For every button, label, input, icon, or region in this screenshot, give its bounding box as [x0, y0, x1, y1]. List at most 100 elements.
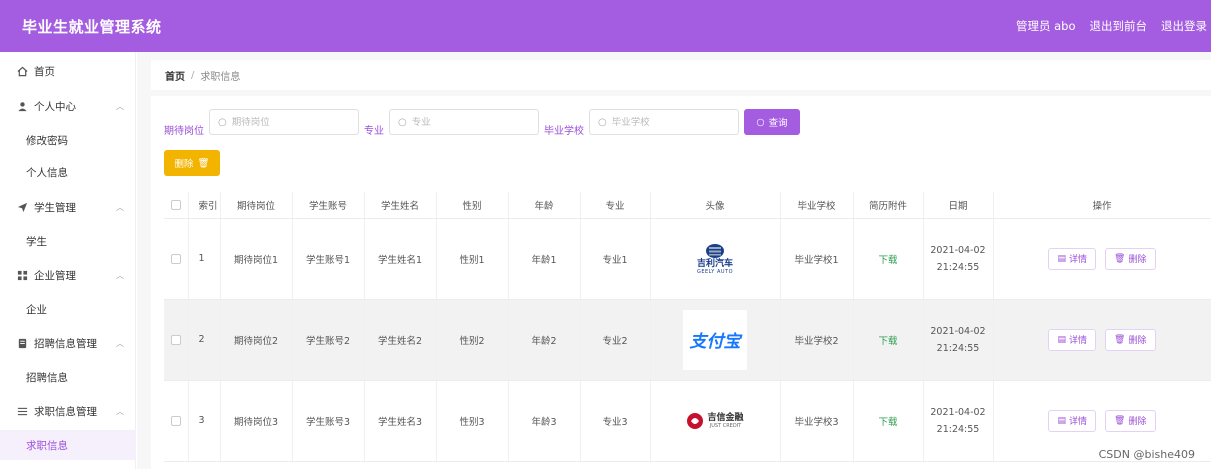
- table-header-cell: 索引: [188, 192, 221, 219]
- post-field[interactable]: [231, 116, 332, 128]
- sidebar-group-jobseeking[interactable]: 求职信息管理 ︿: [0, 394, 136, 428]
- date-cell: 2021-04-02 21:24:55: [923, 380, 994, 462]
- home-icon: [16, 66, 28, 77]
- search-input-school[interactable]: ○: [589, 109, 739, 135]
- app-title: 毕业生就业管理系统: [22, 18, 162, 36]
- gender-cell: 性别1: [436, 218, 509, 300]
- avatar-subtext: GEELY AUTO: [696, 268, 734, 275]
- sidebar-item-personal-info[interactable]: 个人信息: [0, 157, 136, 187]
- batch-delete-button[interactable]: 删除 🗑: [164, 150, 220, 176]
- sidebar-item-label: 企业管理: [34, 269, 76, 282]
- date-day: 2021-04-02: [930, 244, 986, 256]
- logout-link[interactable]: 退出登录: [1161, 18, 1207, 34]
- school-field[interactable]: [611, 116, 712, 128]
- table-header-cell: 简历附件: [853, 192, 924, 219]
- top-header: 毕业生就业管理系统 管理员 abo 退出到前台 退出登录: [0, 0, 1211, 52]
- date-day: 2021-04-02: [930, 406, 986, 418]
- table-row[interactable]: 1 期待岗位1 学生账号1 学生姓名1 性别1 年龄1 专业1 吉利汽车 GEE…: [164, 218, 1211, 300]
- age-cell: 年龄2: [508, 299, 581, 381]
- download-link[interactable]: 下载: [878, 417, 897, 428]
- detail-label: 详情: [1069, 336, 1088, 346]
- detail-button[interactable]: ▤ 详情: [1048, 328, 1097, 351]
- major-cell: 专业3: [580, 380, 651, 462]
- post-cell: 期待岗位3: [220, 380, 293, 462]
- sidebar-group-students[interactable]: 学生管理 ︿: [0, 190, 136, 224]
- sidebar-group-recruitment[interactable]: 招聘信息管理 ︿: [0, 326, 136, 360]
- credit-emblem-icon: [687, 412, 704, 429]
- sidebar-item-enterprise[interactable]: 企业: [0, 294, 136, 324]
- select-all-checkbox[interactable]: [170, 199, 181, 210]
- trash-icon: 🗑: [1114, 415, 1126, 426]
- download-link[interactable]: 下载: [878, 255, 897, 266]
- table-header-cell: 专业: [580, 192, 651, 219]
- index-cell: 3: [188, 380, 221, 462]
- sidebar-group-enterprise[interactable]: 企业管理 ︿: [0, 258, 136, 292]
- watermark: CSDN @bishe409: [1096, 448, 1197, 461]
- delete-button[interactable]: 🗑 删除: [1105, 409, 1156, 432]
- table-row[interactable]: 2 期待岗位2 学生账号2 学生姓名2 性别2 年龄2 专业2 支付宝 毕业学校…: [164, 299, 1211, 381]
- delete-button[interactable]: 🗑 删除: [1105, 247, 1156, 270]
- trash-icon: 🗑: [1114, 253, 1126, 264]
- sidebar-item-label: 求职信息管理: [34, 405, 97, 418]
- row-checkbox[interactable]: [170, 334, 181, 345]
- row-checkbox[interactable]: [170, 253, 181, 264]
- avatar-geely-logo: 吉利汽车 GEELY AUTO: [683, 228, 747, 289]
- account-cell: 学生账号1: [292, 218, 365, 300]
- sidebar-item-label: 学生管理: [34, 201, 76, 214]
- chevron-up-icon: ︿: [116, 270, 124, 280]
- school-cell: 毕业学校2: [780, 299, 854, 381]
- sidebar-item-home[interactable]: 首页: [0, 54, 136, 88]
- avatar-text: 支付宝: [689, 332, 741, 352]
- select-all-checkbox-cell[interactable]: [164, 192, 189, 219]
- sidebar-item-label: 招聘信息管理: [34, 337, 97, 350]
- avatar-text: 吉利汽车: [696, 258, 733, 269]
- table-header-cell: 操作: [993, 192, 1211, 219]
- table-header-cell: 学生账号: [292, 192, 365, 219]
- row-checkbox-cell[interactable]: [164, 380, 189, 462]
- grid-icon: [16, 270, 28, 281]
- breadcrumb: 首页 / 求职信息: [151, 60, 1211, 90]
- to-frontend-link[interactable]: 退出到前台: [1090, 18, 1148, 34]
- admin-label: 管理员 abo: [1015, 19, 1076, 33]
- age-cell: 年龄3: [508, 380, 581, 462]
- row-checkbox-cell[interactable]: [164, 218, 189, 300]
- search-label-post: 期待岗位: [164, 126, 204, 137]
- major-field[interactable]: [411, 116, 512, 128]
- sidebar-item-recruitment[interactable]: 招聘信息: [0, 362, 136, 392]
- date-cell: 2021-04-02 21:24:55: [923, 299, 994, 381]
- document-icon: ▤: [1057, 334, 1066, 345]
- delete-label: 删除: [1128, 336, 1147, 346]
- download-link[interactable]: 下载: [878, 336, 897, 347]
- search-input-major[interactable]: ○: [389, 109, 539, 135]
- detail-button[interactable]: ▤ 详情: [1048, 409, 1097, 432]
- query-button[interactable]: ○ 查询: [744, 109, 800, 135]
- user-icon: [16, 101, 28, 112]
- geely-emblem-icon: [706, 243, 724, 258]
- table-row[interactable]: 3 期待岗位3 学生账号3 学生姓名3 性别3 年龄3 专业3 吉信金融 JUS…: [164, 380, 1211, 462]
- document-icon: ▤: [1057, 415, 1066, 426]
- delete-button[interactable]: 🗑 删除: [1105, 328, 1156, 351]
- search-input-post[interactable]: ○: [209, 109, 359, 135]
- search-icon: ○: [218, 116, 227, 128]
- avatar-cell: 吉信金融 JUST CREDIT: [650, 380, 781, 462]
- age-cell: 年龄1: [508, 218, 581, 300]
- sidebar-item-change-password[interactable]: 修改密码: [0, 125, 136, 155]
- index-cell: 1: [188, 218, 221, 300]
- school-cell: 毕业学校1: [780, 218, 854, 300]
- sidebar-group-personal[interactable]: 个人中心 ︿: [0, 89, 136, 123]
- chevron-up-icon: ︿: [116, 406, 124, 416]
- table-header-cell: 期待岗位: [220, 192, 293, 219]
- avatar-alipay-logo: 支付宝: [683, 309, 747, 370]
- search-label-school: 毕业学校: [544, 126, 584, 137]
- row-checkbox[interactable]: [170, 415, 181, 426]
- breadcrumb-home[interactable]: 首页: [165, 68, 185, 83]
- sidebar-item-label: 首页: [34, 65, 55, 78]
- sidebar-item-jobseeking[interactable]: 求职信息: [0, 430, 136, 460]
- row-checkbox-cell[interactable]: [164, 299, 189, 381]
- school-cell: 毕业学校3: [780, 380, 854, 462]
- table-header-cell: 毕业学校: [780, 192, 854, 219]
- sidebar-item-students[interactable]: 学生: [0, 226, 136, 256]
- table-header-cell: 日期: [923, 192, 994, 219]
- detail-button[interactable]: ▤ 详情: [1048, 247, 1097, 270]
- trash-icon: 🗑: [1114, 334, 1126, 345]
